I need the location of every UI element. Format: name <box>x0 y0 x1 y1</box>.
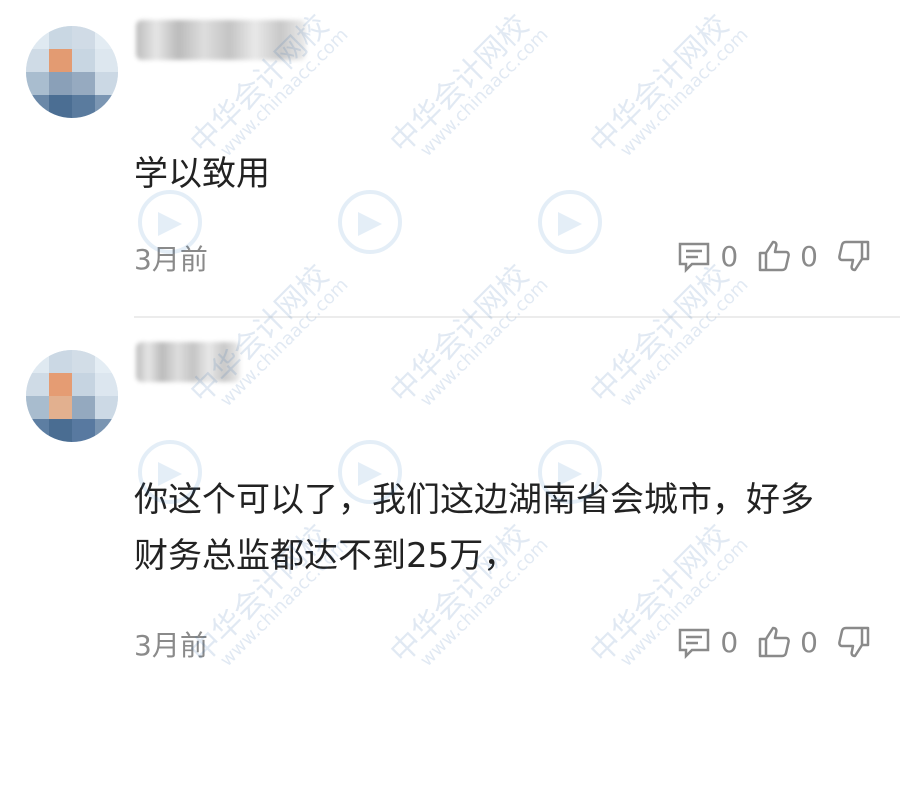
thumbs-down-icon[interactable] <box>836 624 872 660</box>
username-blurred[interactable] <box>136 20 306 60</box>
avatar[interactable] <box>26 26 118 118</box>
comment-time: 3月前 <box>134 243 208 276</box>
comment-item: 学以致用 3月前 0 0 <box>0 0 900 316</box>
like-count: 0 <box>800 625 818 659</box>
comment-time: 3月前 <box>134 629 208 662</box>
like-count: 0 <box>800 239 818 273</box>
username-blurred[interactable] <box>136 342 240 382</box>
comment-actions: 0 0 <box>676 238 872 274</box>
comment-text-line: 你这个可以了，我们这边湖南省会城市，好多 <box>134 480 814 520</box>
comment-actions: 0 0 <box>676 624 872 660</box>
comment-text-line: 财务总监都达不到25万， <box>134 536 518 576</box>
thumbs-down-icon[interactable] <box>836 238 872 274</box>
thumbs-up-icon[interactable] <box>756 238 792 274</box>
avatar[interactable] <box>26 350 118 442</box>
thumbs-up-icon[interactable] <box>756 624 792 660</box>
comment-item: 你这个可以了，我们这边湖南省会城市，好多 财务总监都达不到25万， 3月前 0 … <box>0 318 900 697</box>
comment-text: 你这个可以了，我们这边湖南省会城市，好多 财务总监都达不到25万， <box>134 472 884 584</box>
comment-text: 学以致用 <box>134 154 270 194</box>
reply-count: 0 <box>720 239 739 273</box>
reply-count: 0 <box>720 625 739 659</box>
comment-icon[interactable] <box>676 624 712 660</box>
comment-icon[interactable] <box>676 238 712 274</box>
